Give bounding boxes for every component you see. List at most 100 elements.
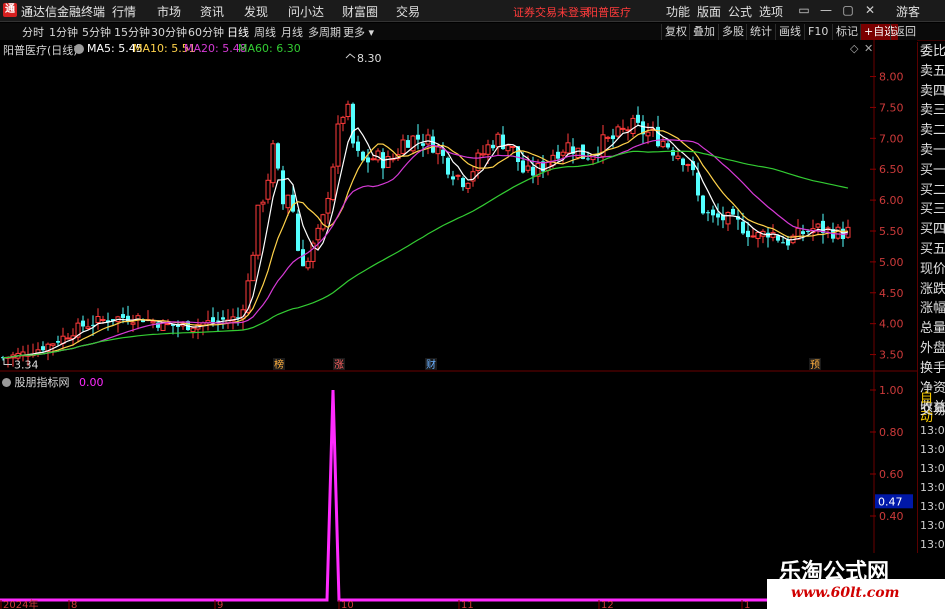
candle-body-down (521, 160, 525, 173)
trade-login-status[interactable]: 证券交易未登录 (513, 4, 590, 20)
menu-wealth-circle[interactable]: 财富圈 (342, 3, 378, 20)
maximize-icon[interactable]: ▢ (839, 2, 857, 18)
high-price-label: 8.30 (357, 52, 382, 65)
ma60-value: MA60: 6.30 (238, 42, 301, 55)
tick-time: 13:04 (920, 462, 945, 475)
candle-body-up (770, 232, 776, 238)
period-30min[interactable]: 30分钟 (151, 24, 187, 40)
menu-functions[interactable]: 功能 (666, 3, 690, 20)
quote-field-1: 卖五 (920, 63, 945, 79)
period-intraday[interactable]: 分时 (22, 24, 44, 40)
menu-formula[interactable]: 公式 (728, 3, 752, 20)
menu-market[interactable]: 市场 (157, 3, 181, 20)
quote-field-4: 卖二 (920, 123, 945, 139)
period-daily[interactable]: 日线 (227, 24, 249, 40)
candle-body-up (510, 146, 516, 149)
adjust-price-button[interactable]: 复权 (661, 24, 690, 40)
candle-body-down (356, 141, 360, 151)
menu-assistant[interactable]: 问小达 (288, 3, 324, 20)
candle-body-down (276, 143, 280, 169)
candle-body-down (446, 157, 450, 175)
indicator-name: 股朋指标网 (14, 376, 70, 389)
quote-field-7: 买二 (920, 182, 945, 198)
draw-line-button[interactable]: 画线 (775, 24, 804, 40)
event-marker-1: 涨 (334, 359, 344, 371)
mark-button[interactable]: 标记 (832, 24, 861, 40)
candle-body-up (330, 166, 336, 201)
period-monthly[interactable]: 月线 (281, 24, 303, 40)
menu-layout[interactable]: 版面 (697, 3, 721, 20)
candle-body-up (285, 194, 291, 209)
minimize-icon[interactable]: — (817, 2, 835, 18)
candle-body-up (345, 103, 351, 118)
candle-body-up (85, 326, 91, 329)
menu-options[interactable]: 选项 (759, 3, 783, 20)
quote-side-panel: 委比 卖五 卖四 卖三 卖二 卖一 买一 买二 买三 买四 买五 现价 涨跌 涨幅 总量 外盘 换手 净资 收益 自动… (917, 42, 945, 609)
candle-body-up (645, 131, 651, 137)
trade-label[interactable]: 交易 (920, 403, 945, 419)
candle-body-up (315, 227, 321, 241)
tick-time: 13:05 (920, 500, 945, 513)
x-axis-label: 8 (71, 600, 77, 609)
candle-body-up (750, 235, 756, 238)
x-axis-label: 12 (601, 600, 614, 609)
multi-stock-button[interactable]: 多股 (718, 24, 747, 40)
candle-body-up (605, 136, 611, 139)
candle-body-up (385, 156, 391, 168)
f10-button[interactable]: F10 (804, 24, 831, 40)
candle-body-down (491, 144, 495, 149)
settings-circle-icon[interactable] (74, 44, 84, 54)
menu-quotes[interactable]: 行情 (112, 3, 136, 20)
period-60min[interactable]: 60分钟 (188, 24, 224, 40)
candle-body-down (501, 134, 505, 150)
candle-body-down (421, 143, 425, 146)
watermark-background: 乐淘公式网 www.60lt.com (767, 553, 945, 609)
candle-body-up (630, 117, 636, 134)
chart-stock-label: 阳普医疗(日线) (3, 44, 78, 57)
candle-body-up (685, 163, 691, 166)
indicator-y-label: 0.80 (879, 426, 904, 439)
candle-body-down (711, 209, 715, 216)
kline-chart[interactable]: 8.00 7.50 7.00 6.50 6.00 5.50 5.00 4.50 4.00 3.50… (0, 40, 917, 372)
indicator-y-label: 0.40 (879, 510, 904, 523)
candle-body-up (250, 254, 256, 282)
quote-field-15: 外盘 (920, 341, 945, 356)
period-15min[interactable]: 15分钟 (114, 24, 150, 40)
menu-discover[interactable]: 发现 (244, 3, 268, 20)
candle-body-up (795, 227, 801, 240)
candle-body-down (461, 177, 465, 188)
close-icon[interactable]: ✕ (861, 2, 879, 18)
quote-field-13: 涨幅 (920, 301, 945, 317)
period-5min[interactable]: 5分钟 (82, 24, 111, 40)
quote-field-3: 卖三 (920, 103, 945, 119)
candle-body-down (81, 320, 85, 327)
candle-body-down (701, 195, 705, 214)
period-toolbar: 分时 1分钟 5分钟 15分钟 30分钟 60分钟 日线 周线 月线 多周期 更… (0, 23, 945, 41)
quote-field-14: 总量 (920, 321, 945, 337)
menu-trade[interactable]: 交易 (396, 3, 420, 20)
period-1min[interactable]: 1分钟 (49, 24, 78, 40)
menu-news[interactable]: 资讯 (200, 3, 224, 20)
indicator-settings-icon[interactable] (2, 378, 11, 387)
restore-icon[interactable]: ▭ (795, 2, 813, 18)
quote-field-6: 买一 (920, 162, 945, 178)
candle-body-down (666, 143, 670, 148)
candle-body-down (296, 213, 300, 251)
period-multi[interactable]: 多周期 (308, 24, 341, 40)
candle-body-up (65, 337, 71, 340)
x-axis-label: 10 (341, 600, 354, 609)
overlay-button[interactable]: 叠加 (689, 24, 718, 40)
candle-body-down (416, 134, 420, 140)
app-logo-icon: 通 (3, 3, 17, 17)
candle-body-up (560, 151, 566, 156)
candle-body-up (150, 321, 156, 324)
user-guest-label[interactable]: 游客 (896, 3, 920, 20)
back-button[interactable]: 返回 (890, 24, 919, 40)
app-title: 通达信金融终端 (21, 5, 106, 19)
candle-body-up (190, 327, 196, 333)
period-more-dropdown[interactable]: 更多 ▾ (343, 24, 374, 40)
candle-body-down (301, 249, 305, 267)
candle-body-down (281, 170, 285, 205)
period-weekly[interactable]: 周线 (254, 24, 276, 40)
statistics-button[interactable]: 统计 (746, 24, 775, 40)
